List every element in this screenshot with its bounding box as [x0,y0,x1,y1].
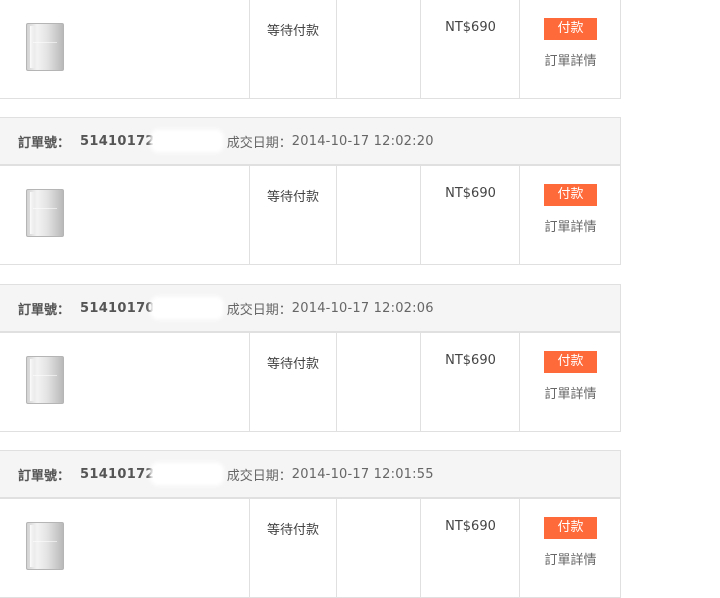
order-item-row: 等待付款 NT$690 付款 訂單詳情 [0,0,621,99]
order-date-label: 成交日期： [226,468,292,484]
column-divider [519,166,520,264]
column-divider [420,499,421,597]
order-status: 等待付款 [266,523,319,538]
order-detail-link[interactable]: 訂單詳情 [521,50,620,69]
order-date-label: 成交日期： [226,135,292,151]
column-divider [249,333,250,431]
column-divider [420,166,421,264]
column-divider [336,333,337,431]
order-header: 訂單號： 51410170 成交日期： 2014-10-17 12:02:06 [0,284,621,332]
order-item-row: 等待付款 NT$690 付款 訂單詳情 [0,165,621,265]
order-number-label: 訂單號： [18,302,71,318]
order-date-label: 成交日期： [226,302,292,318]
column-divider [249,499,250,597]
pay-button[interactable]: 付款 [544,517,597,539]
order-price: NT$690 [445,20,496,35]
order-number: 51410172 [80,466,155,482]
order-date: 2014-10-17 12:02:20 [291,133,434,149]
pay-button[interactable]: 付款 [544,351,597,373]
product-thumbnail[interactable] [26,522,64,570]
order-detail-link[interactable]: 訂單詳情 [521,216,620,235]
order-detail-link[interactable]: 訂單詳情 [521,383,620,402]
redaction-mask [152,132,221,150]
order-number: 51410172 [80,133,155,149]
order-date: 2014-10-17 12:02:06 [291,300,434,316]
order-detail-link[interactable]: 訂單詳情 [521,549,620,568]
order-price: NT$690 [445,186,496,201]
order-item-row: 等待付款 NT$690 付款 訂單詳情 [0,498,621,598]
redaction-mask [152,299,221,317]
order-date: 2014-10-17 12:01:55 [291,466,434,482]
column-divider [249,166,250,264]
column-divider [519,499,520,597]
order-header: 訂單號： 51410172 成交日期： 2014-10-17 12:01:55 [0,450,621,498]
redaction-mask [152,465,221,483]
order-status: 等待付款 [266,190,319,205]
pay-button[interactable]: 付款 [544,184,597,206]
column-divider [336,166,337,264]
order-price: NT$690 [445,519,496,534]
order-status: 等待付款 [266,24,319,39]
product-thumbnail[interactable] [26,356,64,404]
order-status: 等待付款 [266,357,319,372]
product-thumbnail[interactable] [26,189,64,237]
order-number: 51410170 [80,300,155,316]
product-thumbnail[interactable] [26,23,64,71]
order-item-row: 等待付款 NT$690 付款 訂單詳情 [0,332,621,432]
order-number-label: 訂單號： [18,135,71,151]
column-divider [249,0,250,98]
column-divider [420,0,421,98]
order-header: 訂單號： 51410172 成交日期： 2014-10-17 12:02:20 [0,117,621,165]
column-divider [519,333,520,431]
order-price: NT$690 [445,353,496,368]
column-divider [336,0,337,98]
column-divider [336,499,337,597]
column-divider [519,0,520,98]
pay-button[interactable]: 付款 [544,18,597,40]
column-divider [420,333,421,431]
order-number-label: 訂單號： [18,468,71,484]
order-list: 等待付款 NT$690 付款 訂單詳情 訂單號： 51410172 成交日期： … [0,0,720,598]
